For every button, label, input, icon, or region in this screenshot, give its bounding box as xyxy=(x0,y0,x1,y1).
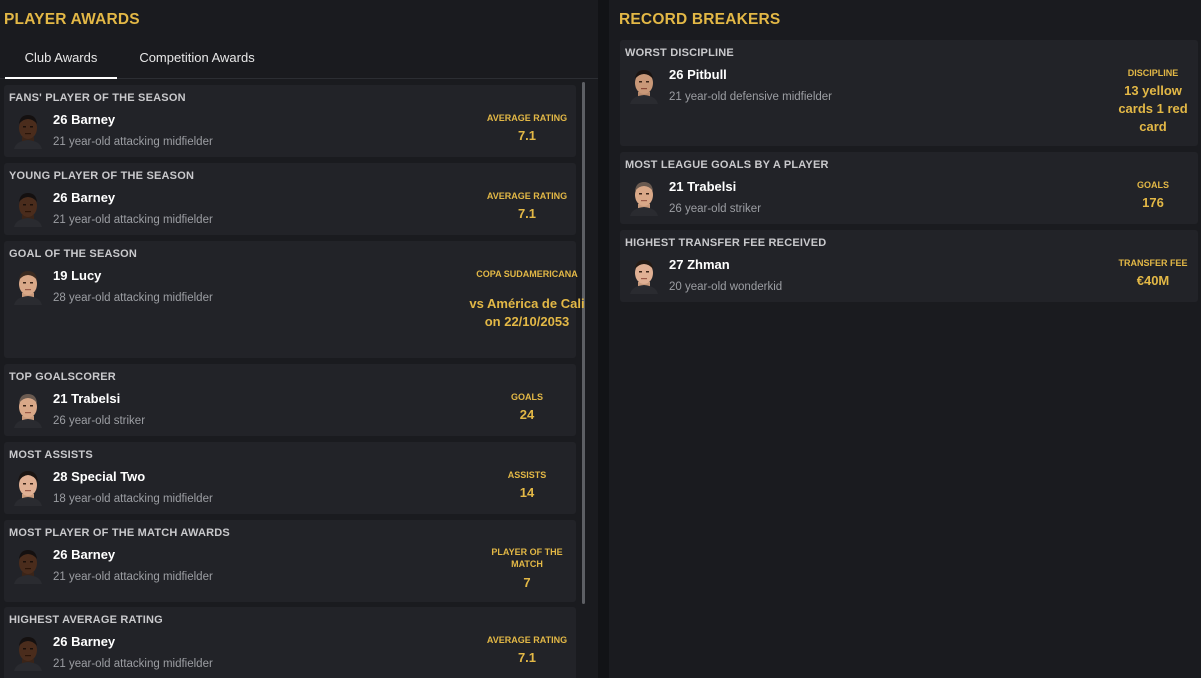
player-name[interactable]: 26 Barney xyxy=(53,190,115,205)
player-description: 21 year-old attacking midfielder xyxy=(53,136,213,148)
player-avatar-icon xyxy=(14,394,42,428)
player-avatar-icon xyxy=(14,637,42,671)
record-card-most-league-goals[interactable]: MOST LEAGUE GOALS BY A PLAYER 21 Trabels… xyxy=(620,152,1198,224)
stat-label: GOALS xyxy=(1136,180,1169,190)
stat-value: 7.1 xyxy=(517,650,537,665)
player-name[interactable]: 26 Barney xyxy=(53,634,115,649)
stat-value: 7.1 xyxy=(517,128,537,143)
stat-value: 7 xyxy=(523,575,531,590)
tab-club-awards[interactable]: Club Awards xyxy=(5,45,117,79)
award-title: FANS' PLAYER OF THE SEASON xyxy=(9,92,186,104)
stat-value: 14 xyxy=(519,485,535,500)
stat-label: AVERAGE RATING xyxy=(486,191,568,201)
player-avatar-icon xyxy=(630,260,658,294)
award-card-most-potm[interactable]: MOST PLAYER OF THE MATCH AWARDS 26 Barne… xyxy=(4,520,576,602)
award-title: YOUNG PLAYER OF THE SEASON xyxy=(9,170,195,182)
player-avatar-icon xyxy=(14,115,42,149)
record-title: MOST LEAGUE GOALS BY A PLAYER xyxy=(625,159,829,171)
award-card-young-player[interactable]: YOUNG PLAYER OF THE SEASON 26 Barney 21 … xyxy=(4,163,576,235)
stat-value: €40M xyxy=(1136,273,1170,288)
award-card-fans-player[interactable]: FANS' PLAYER OF THE SEASON 26 Barney 21 … xyxy=(4,85,576,157)
player-name[interactable]: 27 Zhman xyxy=(669,257,730,272)
player-description: 28 year-old attacking midfielder xyxy=(53,292,213,304)
player-avatar-icon xyxy=(14,471,42,506)
player-description: 18 year-old attacking midfielder xyxy=(53,493,213,505)
record-breakers-title: RECORD BREAKERS xyxy=(619,11,781,28)
stat-value: 24 xyxy=(519,407,535,422)
stat-value: 7.1 xyxy=(517,206,537,221)
player-description: 21 year-old attacking midfielder xyxy=(53,214,213,226)
player-name[interactable]: 26 Barney xyxy=(53,547,115,562)
award-title: MOST PLAYER OF THE MATCH AWARDS xyxy=(9,527,230,539)
stat-value: 176 xyxy=(1142,195,1164,210)
award-title: MOST ASSISTS xyxy=(9,449,93,461)
player-avatar-icon xyxy=(14,550,42,584)
player-description: 21 year-old attacking midfielder xyxy=(53,658,213,670)
award-card-goal-of-season[interactable]: GOAL OF THE SEASON 19 Lucy 28 year-old a… xyxy=(4,241,585,358)
player-name[interactable]: 19 Lucy xyxy=(53,268,101,283)
player-description: 26 year-old striker xyxy=(669,203,762,215)
stat-label: AVERAGE RATING xyxy=(486,635,568,645)
stat-label: DISCIPLINE xyxy=(1127,68,1179,78)
stat-label: TRANSFER FEE xyxy=(1118,258,1188,268)
player-avatar-icon xyxy=(630,182,658,216)
stat-label: AVERAGE RATING xyxy=(486,113,568,123)
player-description: 21 year-old attacking midfielder xyxy=(53,571,213,583)
player-avatar-icon xyxy=(14,271,42,305)
player-avatar-icon xyxy=(630,70,658,104)
player-description: 26 year-old striker xyxy=(53,415,146,427)
player-awards-title: PLAYER AWARDS xyxy=(4,11,140,28)
award-title: HIGHEST AVERAGE RATING xyxy=(9,614,163,626)
player-description: 21 year-old defensive midfielder xyxy=(669,91,833,103)
award-tabs: Club Awards Competition Awards xyxy=(0,45,598,79)
player-avatar-icon xyxy=(14,193,42,227)
stat-label: GOALS xyxy=(510,392,543,402)
tab-competition-awards[interactable]: Competition Awards xyxy=(124,45,270,79)
record-card-highest-transfer-fee[interactable]: HIGHEST TRANSFER FEE RECEIVED 27 Zhman 2… xyxy=(620,230,1198,302)
player-name[interactable]: 21 Trabelsi xyxy=(53,391,120,406)
award-card-most-assists[interactable]: MOST ASSISTS 28 Special Two 18 year-old … xyxy=(4,442,576,514)
award-card-highest-average-rating[interactable]: HIGHEST AVERAGE RATING 26 Barney 21 year… xyxy=(4,607,576,678)
stat-label: ASSISTS xyxy=(507,470,547,480)
awards-scrollbar[interactable] xyxy=(582,82,585,604)
player-name[interactable]: 21 Trabelsi xyxy=(669,179,736,194)
record-card-worst-discipline[interactable]: WORST DISCIPLINE 26 Pitbull 21 year-old … xyxy=(620,40,1198,146)
stat-value: vs América de Cali on 22/10/2053 xyxy=(469,296,585,329)
record-title: HIGHEST TRANSFER FEE RECEIVED xyxy=(625,237,827,249)
player-name[interactable]: 26 Pitbull xyxy=(669,67,727,82)
award-title: GOAL OF THE SEASON xyxy=(9,248,138,260)
player-name[interactable]: 26 Barney xyxy=(53,112,115,127)
award-title: TOP GOALSCORER xyxy=(9,371,116,383)
stat-label: COPA SUDAMERICANA xyxy=(476,269,578,279)
stat-label: PLAYER OF THE MATCH xyxy=(491,547,563,569)
stat-value: 13 yellow cards 1 red card xyxy=(1118,83,1188,134)
record-title: WORST DISCIPLINE xyxy=(625,47,734,59)
award-card-top-goalscorer[interactable]: TOP GOALSCORER 21 Trabelsi 26 year-old s… xyxy=(4,364,576,436)
player-description: 20 year-old wonderkid xyxy=(669,281,783,293)
player-name[interactable]: 28 Special Two xyxy=(53,469,145,484)
